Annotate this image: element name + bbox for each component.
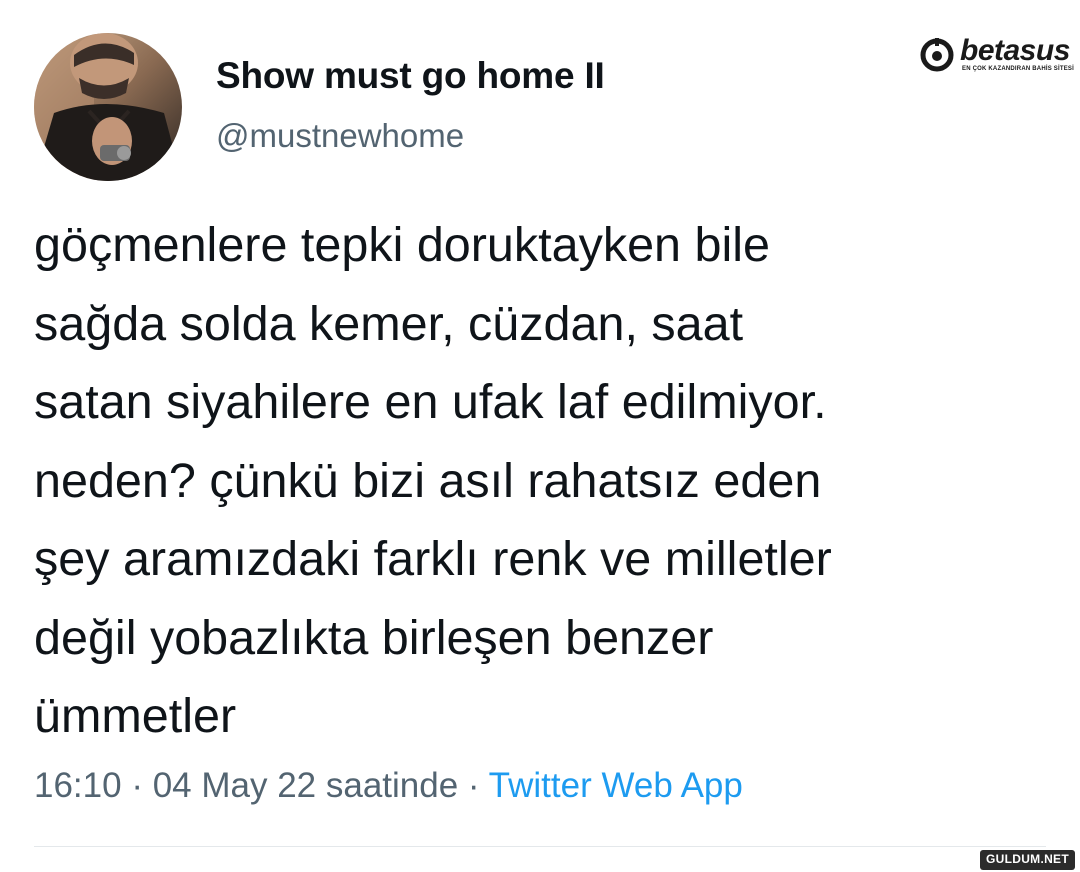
tweet-meta: 16:10 · 04 May 22 saatinde · Twitter Web…	[34, 766, 743, 806]
tweet-text-line: ümmetler	[34, 689, 237, 743]
tweet-text-line: şey aramızdaki farklı renk ve milletler	[34, 532, 832, 586]
watermark-logo: betasus EN ÇOK KAZANDIRAN BAHİS SİTESİ	[920, 36, 1078, 80]
tweet-text-line: değil yobazlıkta birleşen benzer	[34, 610, 714, 665]
tweet-text-line: göçmenlere tepki doruktayken bile	[34, 218, 771, 272]
avatar-photo-icon	[34, 33, 182, 181]
display-name[interactable]: Show must go home II	[216, 55, 605, 97]
tweet-card: Show must go home II @mustnewhome betasu…	[0, 0, 1080, 872]
tweet-text-line: neden? çünkü bizi asıl rahatsız eden	[34, 453, 822, 508]
watermark-tagline: EN ÇOK KAZANDIRAN BAHİS SİTESİ	[962, 66, 1075, 72]
tweet-time[interactable]: 16:10	[34, 766, 122, 805]
tweet-text: göçmenlere tepki doruktayken bile sağda …	[34, 206, 1064, 756]
watermark-guldum: GULDUM.NET	[980, 850, 1075, 870]
tweet-text-line: satan siyahilere en ufak laf edilmiyor.	[34, 375, 827, 429]
user-handle[interactable]: @mustnewhome	[216, 117, 464, 155]
betasus-logo-icon	[920, 38, 954, 72]
avatar[interactable]	[34, 33, 182, 181]
meta-separator: ·	[458, 766, 489, 805]
tweet-text-line: sağda solda kemer, cüzdan, saat	[34, 296, 744, 351]
watermark-brand: betasus	[960, 34, 1070, 67]
divider	[34, 846, 1046, 847]
tweet-source-link[interactable]: Twitter Web App	[489, 766, 743, 805]
meta-separator: ·	[121, 766, 153, 805]
tweet-date[interactable]: 04 May 22 saatinde	[153, 766, 458, 805]
